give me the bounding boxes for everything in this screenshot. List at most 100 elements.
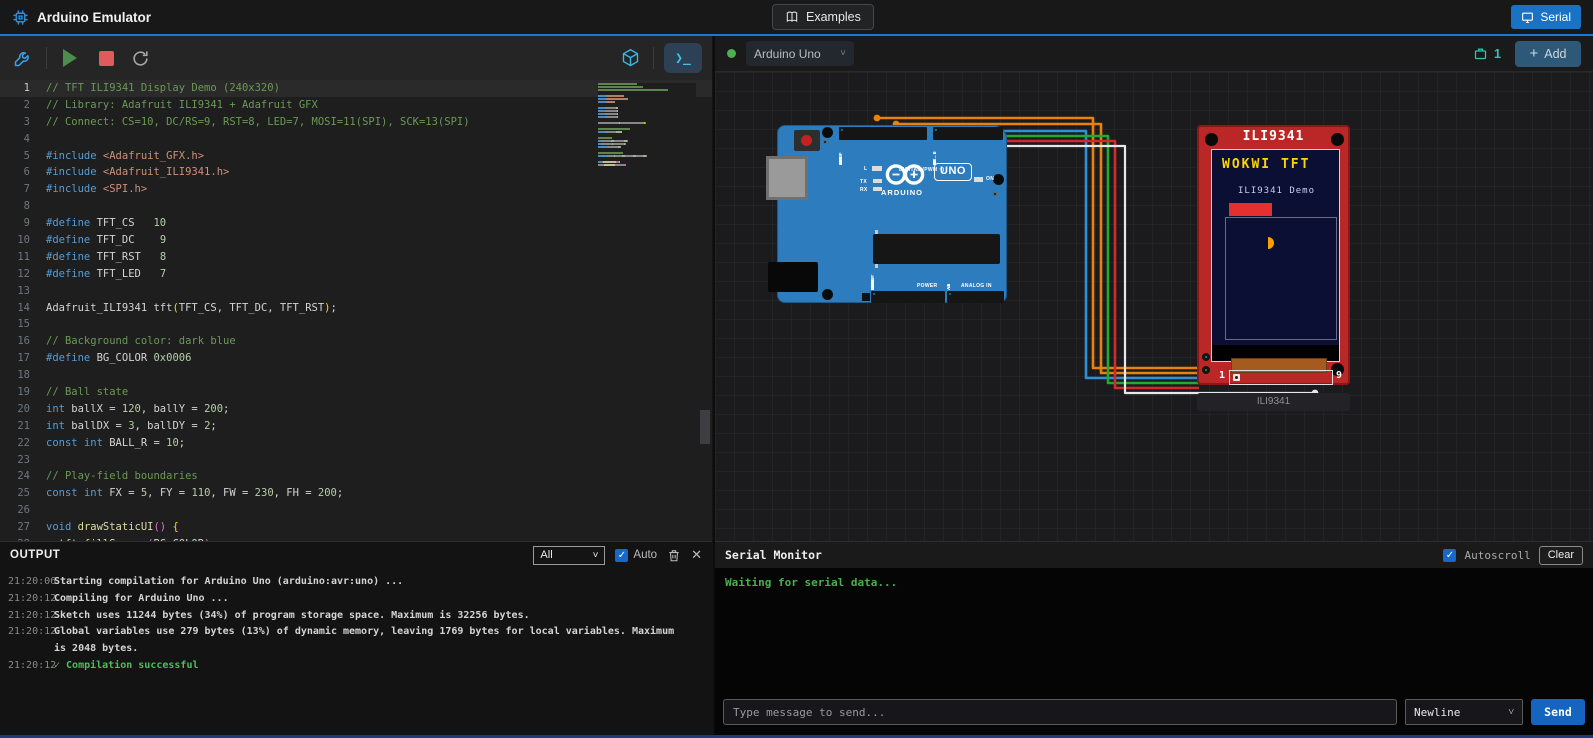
arduino-brand-text: ARDUINO (881, 188, 923, 197)
editor-scrollbar[interactable] (698, 80, 712, 541)
tft-module-title: ILI9341 (1199, 129, 1348, 144)
restart-button[interactable] (127, 45, 153, 71)
clear-serial-button[interactable]: Clear (1539, 546, 1583, 565)
mounting-hole (1205, 133, 1218, 146)
book-icon (785, 10, 799, 24)
send-button[interactable]: Send (1531, 699, 1585, 725)
mounting-hole (822, 289, 833, 300)
output-filter-select[interactable]: All ˅ (533, 546, 605, 565)
examples-label: Examples (806, 10, 861, 24)
app-brand: Arduino Emulator (0, 9, 151, 26)
power-jack (768, 262, 818, 292)
screen-subtitle: ILI9341 Demo (1238, 186, 1315, 196)
chevron-down-icon: ˅ (1508, 707, 1514, 718)
power-pin-header[interactable] (871, 291, 945, 303)
play-icon (63, 49, 77, 67)
led-l (872, 166, 882, 171)
digital-pin-labels-right: 7~6~54~32TX→1RX←0 (933, 141, 1003, 165)
pin-9-label: 9 (1336, 370, 1342, 381)
serial-monitor-title: Serial Monitor (725, 548, 822, 562)
code-editor[interactable]: 1// TFT ILI9341 Display Demo (240x320)2/… (0, 80, 712, 541)
cube-icon (620, 48, 641, 69)
clear-output-button[interactable] (667, 548, 681, 563)
stop-button[interactable] (93, 45, 119, 71)
power-pin-labels: IOREFRESET3.3V5VGNDGNDVin (871, 264, 945, 290)
add-label: Add (1544, 47, 1566, 61)
output-title: OUTPUT (10, 549, 60, 561)
serial-monitor-panel: Serial Monitor ✓ Autoscroll Clear Waitin… (715, 541, 1593, 735)
wire-pad-green (1202, 366, 1210, 374)
parts-count: 1 (1494, 47, 1501, 61)
board-select[interactable]: Arduino Uno ˅ (746, 41, 854, 66)
led-tx (873, 179, 882, 183)
run-button[interactable] (57, 45, 83, 71)
wrench-icon (13, 48, 33, 68)
tft-pin-header[interactable] (1229, 370, 1333, 385)
board-select-value: Arduino Uno (754, 47, 821, 61)
status-dot (727, 49, 736, 58)
analog-pin-labels: A0A1A2A3A4A5 (947, 264, 1004, 290)
chevron-down-icon: ˅ (840, 48, 846, 59)
mounting-hole (1331, 133, 1344, 146)
autoscroll-checkbox[interactable]: ✓ (1443, 549, 1456, 562)
output-panel: OUTPUT All ˅ ✓ Auto ✕ (0, 541, 712, 735)
monitor-icon (1521, 11, 1534, 24)
serial-monitor-header: Serial Monitor ✓ Autoscroll Clear (715, 542, 1593, 568)
stop-icon (99, 51, 114, 66)
minimap[interactable] (598, 83, 696, 541)
diagram-canvas[interactable]: AREFGND1312~11~10~98 7~6~54~32TX→1RX←0 D… (715, 72, 1593, 541)
atmega-chip (873, 234, 1000, 264)
chevron-down-icon: ˅ (593, 550, 599, 561)
wire-orange-1-endpoint (874, 115, 881, 122)
build-settings-button[interactable] (10, 45, 36, 71)
app-title: Arduino Emulator (37, 10, 151, 25)
serial-button-label: Serial (1540, 10, 1571, 24)
close-output-button[interactable]: ✕ (691, 547, 702, 563)
serial-message-input[interactable] (723, 699, 1397, 725)
diagram-column: Arduino Uno ˅ 1 + Add (713, 36, 1593, 735)
led-l-label: L (864, 166, 867, 172)
arduino-uno-part[interactable]: AREFGND1312~11~10~98 7~6~54~32TX→1RX←0 D… (777, 125, 1007, 303)
serial-button[interactable]: Serial (1511, 5, 1581, 29)
ili9341-display-part[interactable]: ILI9341 WOKWI TFT ILI9341 Demo 1 9 (1197, 125, 1350, 385)
title-bar: Arduino Emulator Examples Serial (0, 0, 1593, 34)
digital-pin-header-right[interactable] (933, 127, 1003, 140)
refresh-icon (131, 49, 150, 68)
editor-column: ❯_ 1// TFT ILI9341 Display Demo (240x320… (0, 36, 712, 735)
reset-button[interactable] (794, 130, 820, 151)
led-rx-label: RX (860, 187, 868, 193)
mounting-hole (822, 127, 833, 138)
screen-title: WOKWI TFT (1222, 157, 1310, 172)
led-tx-label: TX (860, 179, 867, 185)
trash-icon (667, 548, 681, 563)
close-icon: ✕ (691, 547, 702, 563)
toolbar-separator (46, 47, 47, 69)
log-entry: 21:20:12Compiling for Arduino Uno ... (8, 591, 678, 608)
toolbar-separator (653, 47, 654, 69)
serial-output-text: Waiting for serial data... (715, 568, 1593, 697)
scrollbar-thumb[interactable] (700, 410, 710, 444)
analog-pin-header[interactable] (947, 291, 1004, 303)
mounting-hole (993, 174, 1004, 185)
screen-playfield-border (1225, 217, 1337, 340)
on-label: ON (986, 176, 994, 182)
screen-red-rect (1229, 203, 1272, 216)
pin-1-label: 1 (1219, 370, 1225, 381)
terminal-toggle-button[interactable]: ❯_ (664, 43, 702, 73)
auto-label: Auto (633, 549, 657, 561)
usb-connector (766, 156, 808, 200)
tft-screen: WOKWI TFT ILI9341 Demo (1211, 149, 1340, 362)
uno-model-label: UNO (934, 163, 972, 181)
extra-pin (862, 293, 870, 301)
digital-pin-header-left[interactable] (839, 127, 927, 140)
library-manager-button[interactable] (617, 45, 643, 71)
autoscroll-output-checkbox[interactable]: ✓ (615, 549, 628, 562)
line-ending-select[interactable]: Newline ˅ (1405, 699, 1523, 725)
output-header: OUTPUT All ˅ ✓ Auto ✕ (0, 542, 712, 568)
output-filter-value: All (540, 549, 552, 561)
examples-button[interactable]: Examples (772, 4, 874, 30)
add-part-button[interactable]: + Add (1515, 41, 1581, 67)
line-ending-value: Newline (1414, 706, 1460, 719)
diagram-toolbar: Arduino Uno ˅ 1 + Add (715, 36, 1593, 72)
parts-bag-icon[interactable] (1473, 46, 1488, 61)
